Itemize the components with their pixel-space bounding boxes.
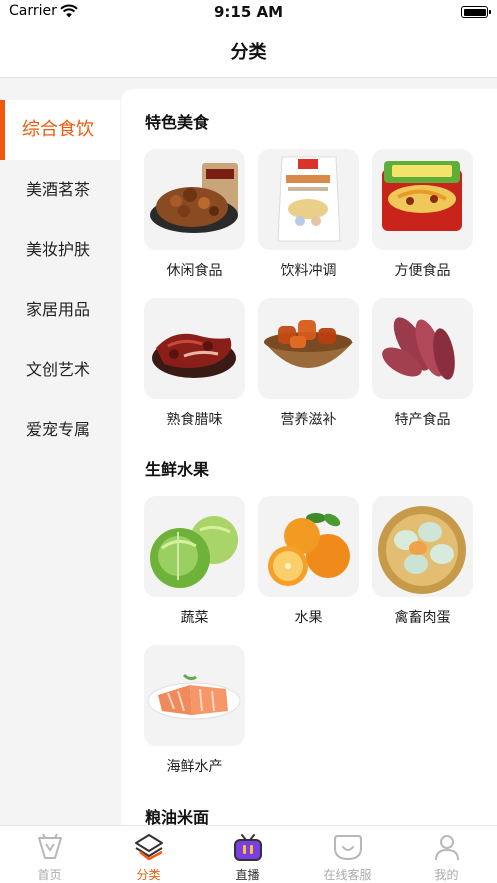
tab-label: 首页: [37, 868, 62, 882]
sidebar-item-home[interactable]: 家居用品: [0, 280, 120, 340]
category-item-cured-meat[interactable]: 熟食腊味: [144, 298, 245, 433]
tab-home[interactable]: 首页: [0, 826, 99, 883]
section-title: 粮油米面: [145, 808, 210, 825]
category-label: 饮料冲调: [280, 263, 337, 279]
tab-label: 直播: [235, 868, 260, 882]
category-label: 海鲜水产: [166, 759, 223, 775]
instant-food-image: [372, 149, 473, 250]
category-label: 方便食品: [394, 263, 451, 279]
category-label: 熟食腊味: [166, 412, 223, 428]
nav-bar: 分类: [0, 26, 497, 78]
tab-bar: 首页 分类 直播 在线客服 我的: [0, 825, 497, 883]
meat-eggs-image: [372, 496, 473, 597]
status-bar: Carrier 9:15 AM: [0, 0, 497, 26]
beverages-image: [258, 149, 359, 250]
category-label: 水果: [294, 610, 323, 626]
page-title: 分类: [230, 42, 267, 63]
sidebar-item-beauty[interactable]: 美妆护肤: [0, 220, 120, 280]
sidebar-item-food-drink[interactable]: 综合食饮: [0, 100, 120, 160]
section-title: 生鲜水果: [145, 460, 210, 479]
category-item-local-specialty[interactable]: 特产食品: [372, 298, 473, 433]
sidebar-item-wine-tea[interactable]: 美酒茗茶: [0, 160, 120, 220]
fruit-image: [258, 496, 359, 597]
user-icon: [435, 835, 459, 861]
category-item-instant-food[interactable]: 方便食品: [372, 149, 473, 284]
category-label: 禽畜肉蛋: [394, 610, 451, 626]
tab-label: 我的: [434, 868, 459, 882]
category-item-beverages[interactable]: 饮料冲调: [258, 149, 359, 284]
battery-icon: [461, 6, 491, 18]
cured-meat-image: [144, 298, 245, 399]
category-label: 蔬菜: [180, 610, 209, 626]
vegetables-image: [144, 496, 245, 597]
category-item-seafood[interactable]: 海鲜水产: [144, 645, 245, 780]
category-item-nutrition[interactable]: 营养滋补: [258, 298, 359, 433]
category-sidebar: 综合食饮 美酒茗茶 美妆护肤 家居用品 文创艺术 爱宠专属: [0, 100, 120, 460]
category-item-snacks[interactable]: 休闲食品: [144, 149, 245, 284]
category-item-vegetables[interactable]: 蔬菜: [144, 496, 245, 631]
clock: 9:15 AM: [213, 3, 284, 21]
tab-live[interactable]: 直播: [198, 826, 297, 883]
live-tv-icon: [234, 834, 262, 861]
chat-smile-icon: [334, 835, 362, 861]
category-item-meat-eggs[interactable]: 禽畜肉蛋: [372, 496, 473, 631]
category-content: 特色美食 休闲食品 饮料冲调 方便食品 熟食腊味 营养滋补 特产食品 生鲜水果 …: [121, 89, 497, 825]
category-label: 营养滋补: [280, 412, 337, 428]
sidebar-item-arts[interactable]: 文创艺术: [0, 340, 120, 400]
sidebar-item-pets[interactable]: 爱宠专属: [0, 400, 120, 460]
local-specialty-image: [372, 298, 473, 399]
layers-icon: [135, 834, 163, 861]
tab-customer-service[interactable]: 在线客服: [298, 826, 397, 883]
tab-profile[interactable]: 我的: [397, 826, 496, 883]
snacks-image: [144, 149, 245, 250]
nutrition-image: [258, 298, 359, 399]
category-label: 休闲食品: [166, 263, 223, 279]
home-icon: [38, 833, 62, 859]
tab-category[interactable]: 分类: [99, 826, 198, 883]
category-label: 特产食品: [394, 412, 451, 428]
tab-label: 分类: [136, 868, 161, 882]
category-item-fruit[interactable]: 水果: [258, 496, 359, 631]
seafood-image: [144, 645, 245, 746]
section-title: 特色美食: [145, 113, 210, 132]
tab-label: 在线客服: [323, 868, 372, 882]
